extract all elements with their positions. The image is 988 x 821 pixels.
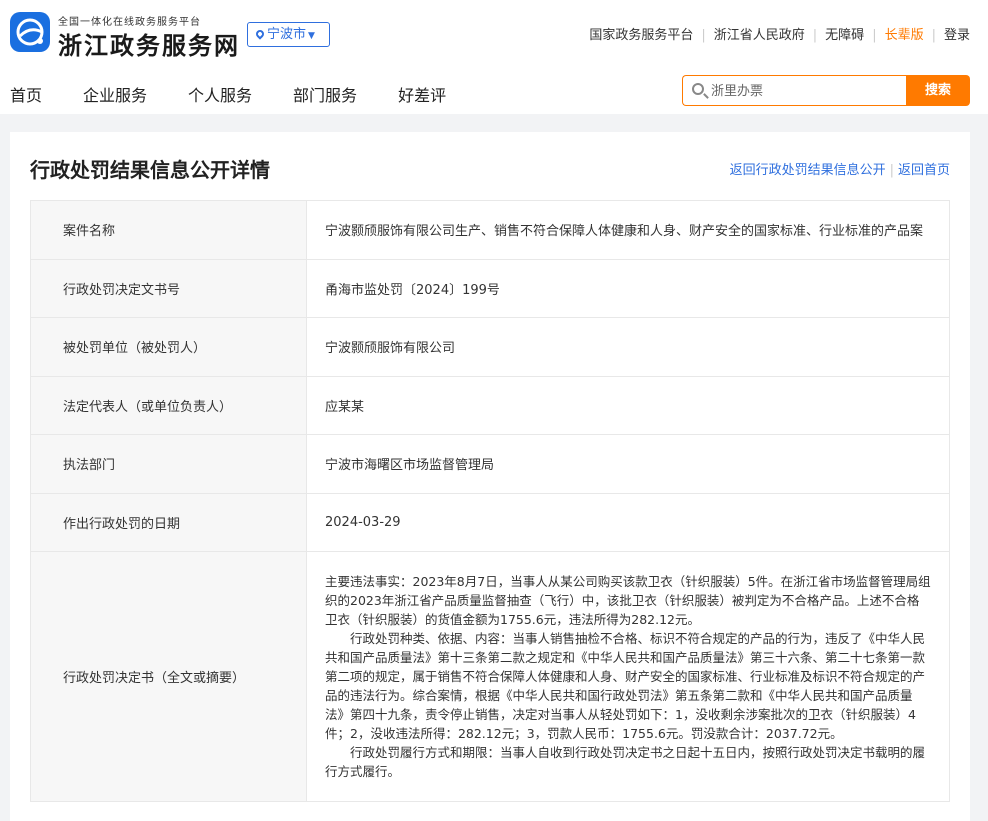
back-links: 返回行政处罚结果信息公开 | 返回首页 [730,159,950,178]
link-elder-mode[interactable]: 长辈版 [885,28,924,43]
search-button[interactable]: 搜索 [906,75,970,106]
back-to-list-link[interactable]: 返回行政处罚结果信息公开 [730,163,886,178]
detail-panel: 行政处罚结果信息公开详情 返回行政处罚结果信息公开 | 返回首页 案件名称 宁波颢颀… [10,132,970,821]
divider: | [872,28,877,43]
divider: | [931,28,936,43]
table-row: 行政处罚决定文书号 甬海市监处罚〔2024〕199号 [31,259,949,318]
divider: | [889,163,894,178]
table-row-decision: 行政处罚决定书（全文或摘要） 主要违法事实：2023年8月7日，当事人从某公司购… [31,552,949,802]
table-row: 法定代表人（或单位负责人） 应某某 [31,376,949,435]
caret-down-icon: ▼ [308,31,315,41]
nav-rating[interactable]: 好差评 [398,82,446,106]
login-link[interactable]: 登录 [944,28,970,43]
city-name: 宁波市 [267,27,307,42]
row-label: 法定代表人（或单位负责人） [31,376,307,434]
table-row: 作出行政处罚的日期 2024-03-29 [31,493,949,552]
back-to-home-link[interactable]: 返回首页 [898,163,950,178]
decision-text: 主要违法事实：2023年8月7日，当事人从某公司购买该款卫衣（针织服装）5件。在… [307,552,949,801]
search-icon [692,83,704,95]
row-label: 作出行政处罚的日期 [31,493,307,551]
row-label: 被处罚单位（被处罚人） [31,318,307,376]
nav-enterprise[interactable]: 企业服务 [83,82,147,106]
row-label: 执法部门 [31,435,307,493]
decision-facts: 主要违法事实：2023年8月7日，当事人从某公司购买该款卫衣（针织服装）5件。在… [325,574,931,627]
row-value: 宁波市海曙区市场监督管理局 [325,458,495,474]
top-links: 国家政务服务平台 | 浙江省人民政府 | 无障碍 | 长辈版 | 登录 [589,24,970,43]
main-nav: 首页 企业服务 个人服务 部门服务 好差评 [10,82,487,106]
row-value: 宁波颢颀服饰有限公司生产、销售不符合保障人体健康和人身、财产安全的国家标准、行业… [325,224,924,240]
decision-performance: 行政处罚履行方式和期限：当事人自收到行政处罚决定书之日起十五日内，按照行政处罚决… [325,745,926,779]
row-value: 2024-03-29 [325,514,401,530]
row-label: 案件名称 [31,201,307,259]
row-value: 宁波颢颀服饰有限公司 [325,341,456,357]
search-box [682,75,906,106]
link-national-platform[interactable]: 国家政务服务平台 [589,28,693,43]
nav-home[interactable]: 首页 [10,82,42,106]
detail-table: 案件名称 宁波颢颀服饰有限公司生产、销售不符合保障人体健康和人身、财产安全的国家… [30,200,950,802]
divider: | [812,28,818,43]
link-accessibility[interactable]: 无障碍 [825,28,864,43]
nav-department[interactable]: 部门服务 [293,82,357,106]
top-header: 全国一体化在线政务服务平台 浙江政务服务网 宁波市 ▼ 国家政务服务平台 | 浙江省人… [0,0,988,114]
divider: | [701,28,706,43]
search-input[interactable] [711,80,901,102]
page-title: 行政处罚结果信息公开详情 [30,158,270,182]
row-label: 行政处罚决定书（全文或摘要） [31,552,307,801]
row-value: 甬海市监处罚〔2024〕199号 [325,282,500,298]
table-row: 被处罚单位（被处罚人） 宁波颢颀服饰有限公司 [31,318,949,377]
zhejiang-logo-icon[interactable] [10,12,50,52]
row-label: 行政处罚决定文书号 [31,259,307,317]
brand-title[interactable]: 浙江政务服务网 [58,26,240,61]
table-row: 执法部门 宁波市海曙区市场监督管理局 [31,435,949,494]
location-pin-icon [254,28,266,40]
nav-personal[interactable]: 个人服务 [188,82,252,106]
decision-penalty: 行政处罚种类、依据、内容：当事人销售抽检不合格、标识不符合规定的产品的行为，违反… [325,631,926,741]
row-value: 应某某 [325,399,365,415]
table-row: 案件名称 宁波颢颀服饰有限公司生产、销售不符合保障人体健康和人身、财产安全的国家… [31,201,949,260]
link-provincial-government[interactable]: 浙江省人民政府 [714,28,805,43]
city-selector[interactable]: 宁波市 ▼ [247,22,330,47]
